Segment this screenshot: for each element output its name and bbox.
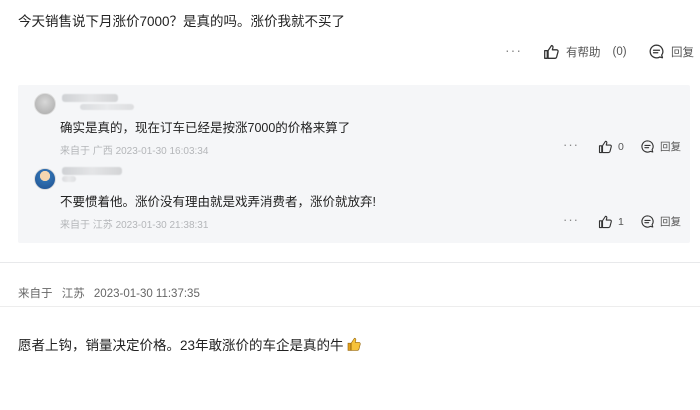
reply-region: 广西 — [92, 146, 113, 157]
answer-block: 愿者上钩，销量决定价格。23年敢涨价的车企是真的牛 — [18, 334, 362, 354]
username-redacted — [80, 104, 134, 110]
reply-datetime: 2023-01-30 21:38:31 — [115, 220, 209, 231]
reply-meta: 来自于 广西 2023-01-30 16:03:34 — [60, 142, 208, 157]
thumbs-up-icon — [544, 44, 559, 59]
thumbs-up-icon — [598, 140, 612, 154]
answer-text: 愿者上钩，销量决定价格。23年敢涨价的车企是真的牛 — [18, 338, 344, 353]
username-redacted — [62, 176, 76, 182]
divider — [0, 306, 700, 307]
reply-origin-prefix: 来自于 — [60, 146, 90, 157]
reply-like-button[interactable]: 1 — [598, 214, 624, 229]
reply-meta: 来自于 江苏 2023-01-30 21:38:31 — [60, 216, 208, 231]
reply-datetime: 2023-01-30 16:03:34 — [115, 146, 209, 157]
reply-region: 江苏 — [92, 220, 113, 231]
comment-icon — [649, 44, 664, 59]
reply-text: 不要惯着他。涨价没有理由就是戏弄消费者，涨价就放弃! — [60, 195, 376, 209]
thumbs-up-icon — [598, 215, 612, 229]
question-more-button[interactable]: ··· — [505, 42, 522, 58]
question-reply-button[interactable]: 回复 — [648, 43, 694, 60]
reply-reply-button[interactable]: 回复 — [640, 214, 681, 229]
avatar[interactable] — [34, 168, 56, 190]
reply-text: 确实是真的，现在订车已经是按涨7000的价格来算了 — [60, 121, 351, 135]
answer-origin-prefix: 来自于 — [18, 288, 53, 300]
comment-icon — [641, 215, 654, 228]
question-text: 今天销售说下月涨价7000？是真的吗。涨价我就不买了 — [18, 14, 346, 29]
avatar[interactable] — [34, 93, 56, 115]
reply-reply-button[interactable]: 回复 — [640, 139, 681, 154]
answer-datetime: 2023-01-30 11:37:35 — [93, 288, 200, 300]
thumbs-up-emoji-icon — [347, 337, 361, 351]
reply-reply-label: 回复 — [660, 216, 681, 228]
username-redacted — [62, 167, 122, 175]
username-redacted — [62, 94, 118, 102]
reply-like-button[interactable]: 0 — [598, 139, 624, 154]
question-reply-label: 回复 — [671, 46, 694, 59]
helpful-button[interactable]: 有帮助 (0) — [543, 43, 627, 60]
reply-like-count: 0 — [618, 140, 624, 153]
reply-more-button[interactable]: ··· — [563, 212, 579, 227]
answer-meta: 来自于 江苏 2023-01-30 11:37:35 — [18, 285, 206, 301]
helpful-label: 有帮助 — [566, 46, 601, 59]
answer-region: 江苏 — [61, 288, 85, 300]
reply-like-count: 1 — [618, 215, 624, 228]
helpful-count: (0) — [612, 45, 627, 58]
reply-reply-label: 回复 — [660, 141, 681, 153]
reply-origin-prefix: 来自于 — [60, 220, 90, 231]
comment-icon — [641, 140, 654, 153]
reply-more-button[interactable]: ··· — [563, 137, 579, 152]
divider — [0, 262, 700, 263]
